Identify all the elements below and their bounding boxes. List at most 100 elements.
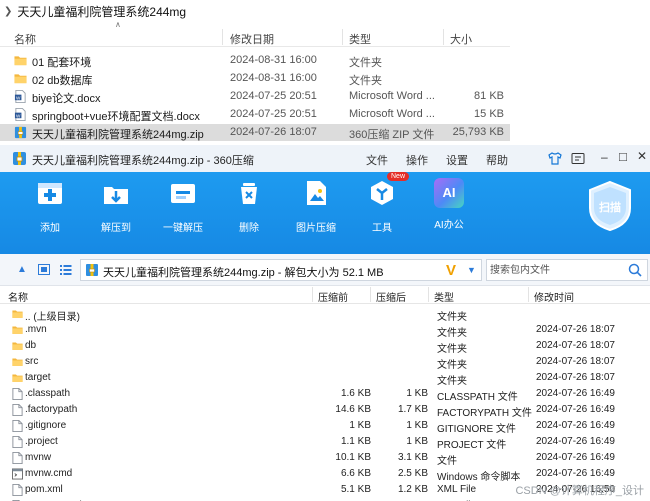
file-icon bbox=[12, 436, 23, 448]
archive-row[interactable]: target 文件夹 2024-07-26 18:07 bbox=[0, 370, 650, 387]
entry-type: 文件夹 bbox=[437, 344, 467, 355]
minimize-button[interactable]: – bbox=[601, 150, 608, 164]
menu-file[interactable]: 文件 bbox=[366, 152, 388, 168]
column-header-compressed[interactable]: 压缩前 bbox=[318, 289, 348, 304]
search-icon[interactable] bbox=[628, 263, 642, 277]
file-type: Microsoft Word ... bbox=[349, 108, 435, 120]
entry-name: mvnw.cmd bbox=[25, 468, 73, 479]
entry-name: .project bbox=[25, 436, 58, 447]
search-box[interactable] bbox=[486, 259, 648, 281]
v-logo-icon: V bbox=[446, 262, 457, 279]
cmd-script-icon bbox=[12, 468, 23, 480]
column-header-type[interactable]: 类型 bbox=[349, 31, 371, 47]
entry-name: target bbox=[25, 372, 51, 383]
column-header-modified[interactable]: 修改日期 bbox=[230, 31, 274, 47]
file-modified: 2024-08-31 16:00 bbox=[230, 54, 317, 66]
entry-type: 文件夹 bbox=[437, 360, 467, 371]
menu-settings[interactable]: 设置 bbox=[446, 152, 468, 168]
entry-size-after: 1 KB bbox=[406, 388, 428, 399]
entry-name: mvnw bbox=[25, 452, 52, 463]
entry-size-before: 5.1 KB bbox=[340, 484, 371, 495]
search-input[interactable] bbox=[490, 261, 620, 279]
one-click-extract-button[interactable]: 一键解压 bbox=[153, 178, 213, 234]
entry-modified: 2024-07-26 16:49 bbox=[536, 452, 615, 463]
up-arrow-icon[interactable]: ▲ bbox=[17, 264, 27, 275]
entry-type: 文件夹 bbox=[437, 312, 467, 323]
file-icon bbox=[12, 404, 23, 416]
archive-row[interactable]: .mvn 文件夹 2024-07-26 18:07 bbox=[0, 322, 650, 339]
shirt-skin-icon[interactable] bbox=[548, 152, 562, 165]
image-compress-button[interactable]: 图片压缩 bbox=[286, 178, 346, 234]
add-icon bbox=[38, 183, 62, 204]
entry-size-before: 1 KB bbox=[349, 420, 371, 431]
close-button[interactable]: ✕ bbox=[637, 149, 647, 163]
view-toggle-icon[interactable] bbox=[38, 264, 50, 275]
file-type: 文件夹 bbox=[349, 57, 382, 69]
file-name: 天天儿童福利院管理系统244mg.zip bbox=[32, 129, 204, 141]
extract-to-button[interactable]: 解压到 bbox=[86, 178, 146, 234]
file-modified: 2024-07-26 18:07 bbox=[230, 126, 317, 138]
archive-row[interactable]: .gitignore 1 KB 1 KB GITIGNORE 文件 2024-07-26… bbox=[0, 418, 650, 435]
entry-name: .. (上级目录) bbox=[25, 312, 80, 323]
entry-size-after: 2.5 KB bbox=[397, 468, 428, 479]
column-header-original[interactable]: 压缩后 bbox=[376, 289, 406, 304]
column-header-name[interactable]: 名称 bbox=[14, 31, 36, 47]
ai-office-button[interactable]: AI AI办公 bbox=[419, 178, 479, 231]
tools-button[interactable]: New 工具 bbox=[352, 172, 412, 234]
file-modified: 2024-08-31 16:00 bbox=[230, 72, 317, 84]
explorer-row[interactable]: 天天儿童福利院管理系统244mg.zip 2024-07-26 18:07 360压… bbox=[0, 124, 510, 141]
entry-type: XML File bbox=[437, 484, 477, 495]
entry-modified: 2024-07-26 16:49 bbox=[536, 404, 615, 415]
file-name: 02 db数据库 bbox=[32, 75, 93, 87]
one-click-extract-icon bbox=[171, 184, 195, 203]
delete-button[interactable]: 删除 bbox=[219, 178, 279, 234]
window-title: 天天儿童福利院管理系统244mg.zip - 360压缩 bbox=[32, 155, 254, 167]
entry-type: Windows 命令脚本 bbox=[437, 472, 521, 483]
entry-name: .gitignore bbox=[25, 420, 67, 431]
archive-row[interactable]: .project 1.1 KB 1 KB PROJECT 文件 2024-07-26 1… bbox=[0, 434, 650, 451]
entry-size-after: 1.2 KB bbox=[397, 484, 428, 495]
archive-row[interactable]: .. (上级目录) 文件夹 bbox=[0, 306, 650, 323]
archive-row[interactable]: mvnw.cmd 6.6 KB 2.5 KB Windows 命令脚本 2024-07-… bbox=[0, 466, 650, 483]
zip-archive-icon bbox=[86, 264, 98, 276]
entry-modified: 2024-07-26 18:07 bbox=[536, 324, 615, 335]
word-doc-icon: W bbox=[14, 90, 26, 103]
column-header-modified[interactable]: 修改时间 bbox=[534, 289, 574, 304]
extract-to-icon bbox=[104, 187, 128, 204]
watermark: CSDN @计算机程序_设计 bbox=[515, 485, 644, 497]
main-toolbar: 添加 解压到 一键解压 删除 图片压缩 New 工具 AI AI办公 扫描 bbox=[0, 172, 650, 254]
list-view-icon[interactable] bbox=[60, 264, 72, 275]
archive-row[interactable]: .classpath 1.6 KB 1 KB CLASSPATH 文件 2024-07-… bbox=[0, 386, 650, 403]
explorer-row[interactable]: Wbiye论文.docx 2024-07-25 20:51 Microsoft Wo… bbox=[0, 88, 510, 105]
entry-name: .classpath bbox=[25, 388, 71, 399]
entry-modified: 2024-07-26 16:49 bbox=[536, 420, 615, 431]
explorer-row[interactable]: 01 配套环境 2024-08-31 16:00 文件夹 bbox=[0, 52, 510, 69]
entry-modified: 2024-07-26 16:49 bbox=[536, 436, 615, 447]
menu-operation[interactable]: 操作 bbox=[406, 152, 428, 168]
column-header-name[interactable]: 名称 bbox=[8, 289, 28, 304]
archive-row[interactable]: .factorypath 14.6 KB 1.7 KB FACTORYPATH 文件 2… bbox=[0, 402, 650, 419]
chevron-down-icon[interactable]: ▼ bbox=[467, 265, 476, 275]
add-button[interactable]: 添加 bbox=[20, 178, 80, 234]
file-type: 360压缩 ZIP 文件 bbox=[349, 129, 435, 141]
delete-icon bbox=[241, 183, 257, 204]
archive-row[interactable]: src 文件夹 2024-07-26 18:07 bbox=[0, 354, 650, 371]
image-compress-icon bbox=[307, 181, 326, 205]
menu-help[interactable]: 帮助 bbox=[486, 152, 508, 168]
column-header-size[interactable]: 大小 bbox=[450, 31, 472, 47]
chevron-right-icon[interactable]: ❯ bbox=[4, 6, 12, 17]
explorer-row[interactable]: 02 db数据库 2024-08-31 16:00 文件夹 bbox=[0, 70, 510, 87]
entry-size-after: 3.1 KB bbox=[397, 452, 428, 463]
file-name: springboot+vue环境配置文档.docx bbox=[32, 111, 200, 123]
archive-path-field[interactable]: 天天儿童福利院管理系统244mg.zip - 解包大小为 52.1 MB V ▼ bbox=[80, 259, 482, 281]
maximize-button[interactable]: □ bbox=[619, 149, 627, 164]
explorer-row[interactable]: Wspringboot+vue环境配置文档.docx 2024-07-25 20:… bbox=[0, 106, 510, 123]
archive-row[interactable]: db 文件夹 2024-07-26 18:07 bbox=[0, 338, 650, 355]
scan-button[interactable]: 扫描 bbox=[586, 180, 634, 232]
breadcrumb-folder[interactable]: 天天儿童福利院管理系统244mg bbox=[17, 3, 186, 20]
column-header-type[interactable]: 类型 bbox=[434, 289, 454, 304]
archive-row[interactable]: mvnw 10.1 KB 3.1 KB 文件 2024-07-26 16:49 bbox=[0, 450, 650, 467]
entry-size-before: 6.6 KB bbox=[340, 468, 371, 479]
message-icon[interactable] bbox=[571, 152, 585, 165]
entry-modified: 2024-07-26 16:49 bbox=[536, 388, 615, 399]
